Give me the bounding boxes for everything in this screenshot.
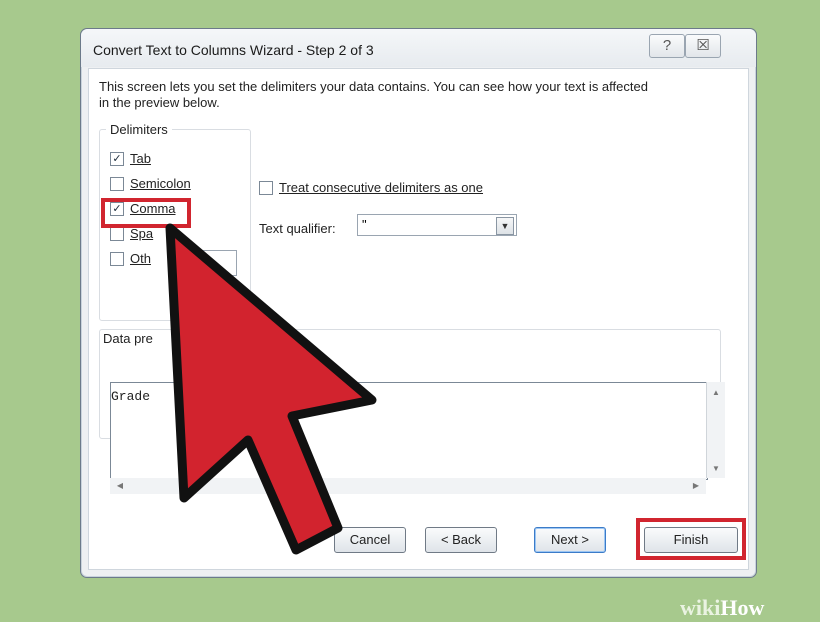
watermark-wiki: wiki [680,595,721,620]
wikihow-watermark: wikiHow [680,595,764,621]
pointer-arrow-icon [165,223,377,555]
watermark-how: How [720,595,765,620]
